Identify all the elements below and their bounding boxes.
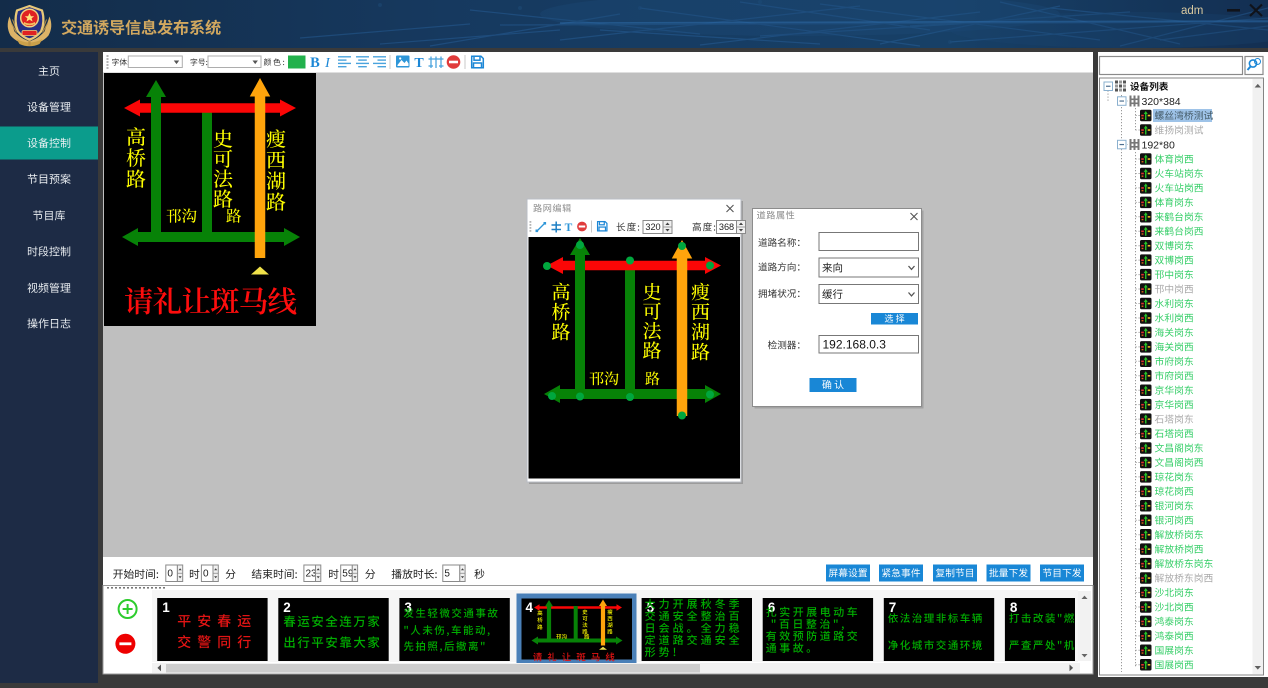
svg-text:192.168.0.3: 192.168.0.3: [823, 338, 887, 352]
svg-text:320*384: 320*384: [1142, 96, 1181, 108]
svg-text:4: 4: [526, 600, 534, 615]
svg-text:B: B: [310, 55, 320, 71]
svg-text:adm: adm: [1181, 5, 1203, 17]
svg-text:0: 0: [203, 569, 209, 580]
svg-text:1: 1: [162, 600, 170, 615]
svg-text:5: 5: [444, 569, 450, 580]
svg-text:192*80: 192*80: [1142, 140, 1175, 152]
svg-text:7: 7: [889, 600, 897, 615]
svg-text:T: T: [414, 56, 424, 71]
svg-text:T: T: [565, 222, 573, 234]
svg-text:0: 0: [167, 569, 173, 580]
svg-text:320: 320: [645, 222, 660, 232]
svg-text:2: 2: [283, 600, 291, 615]
svg-text:8: 8: [1010, 600, 1018, 615]
svg-text:368: 368: [719, 222, 734, 232]
